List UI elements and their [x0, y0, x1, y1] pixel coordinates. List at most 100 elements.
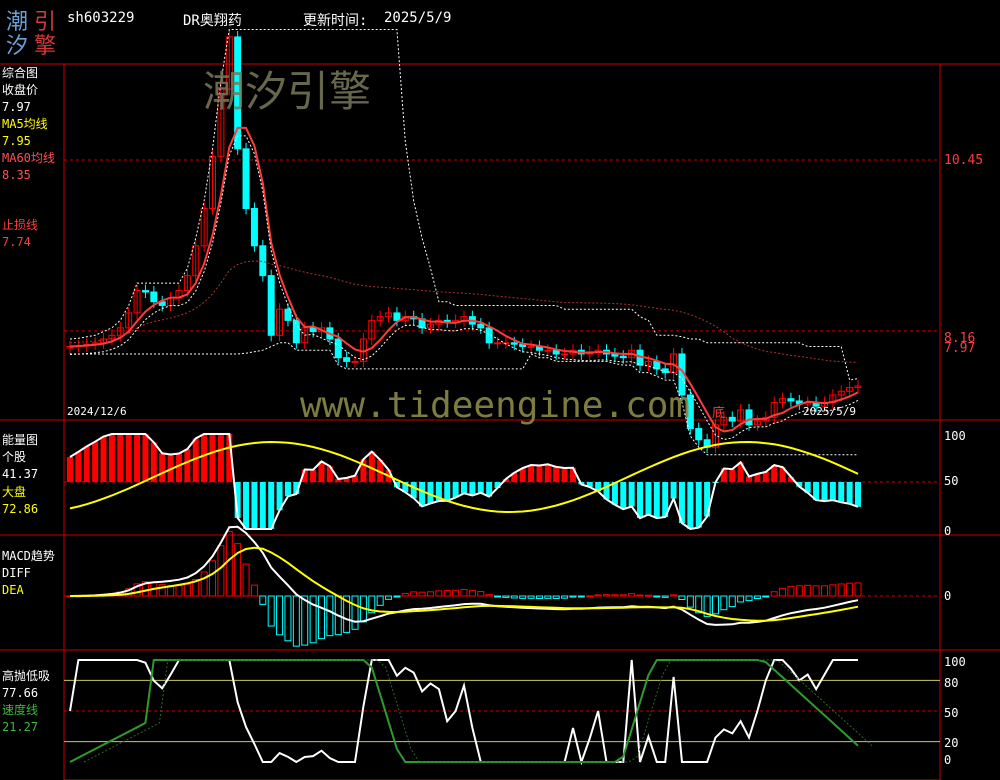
energy-axis-50: 50	[944, 474, 959, 488]
macd-bar	[611, 594, 619, 597]
energy-bar	[561, 468, 568, 482]
macd-bar	[812, 585, 820, 597]
candle-body	[267, 275, 275, 336]
candle-body	[141, 290, 149, 293]
macd-bar	[276, 595, 284, 636]
energy-bar	[259, 482, 266, 529]
date-start: 2024/12/6	[67, 405, 127, 418]
speed-label: 速度线	[2, 703, 39, 717]
candle-body	[527, 345, 535, 348]
macd-bar	[494, 595, 502, 598]
watermark-url: www.tideengine.com	[300, 385, 691, 426]
macd-bar	[586, 595, 594, 598]
logo-char-3: 汐	[6, 34, 29, 59]
macd-bar	[435, 590, 443, 597]
candle-body	[544, 349, 552, 352]
macd-bar	[603, 594, 611, 597]
macd-bar	[259, 595, 267, 605]
candle-body	[284, 308, 292, 321]
logo: 潮 引 汐 擎	[4, 4, 60, 59]
energy-bar	[125, 434, 132, 482]
energy-bar	[821, 482, 828, 502]
energy-bar	[829, 482, 836, 501]
macd-bar	[502, 595, 510, 598]
ma5-value: 7.95	[2, 134, 31, 148]
energy-bar	[310, 469, 317, 482]
energy-bar	[217, 434, 224, 482]
update-date: 2025/5/9	[384, 10, 452, 26]
macd-bar	[209, 560, 217, 597]
energy-bar	[184, 449, 191, 482]
ma5-label: MA5均线	[2, 117, 48, 131]
macd-dea-label: DEA	[2, 583, 24, 597]
macd-bar	[728, 595, 736, 608]
energy-axis-100: 100	[944, 429, 966, 443]
energy-bar	[251, 482, 258, 529]
macd-bar	[854, 582, 862, 597]
energy-bar	[855, 482, 861, 507]
energy-bar	[536, 465, 543, 482]
candle-body	[351, 360, 359, 363]
stock-name: DR奥翔药	[183, 13, 242, 29]
macd-bar	[401, 592, 409, 597]
macd-bar	[175, 585, 183, 597]
hl-axis-80: 80	[944, 676, 959, 690]
macd-bar	[519, 595, 527, 599]
macd-bar	[795, 585, 803, 597]
macd-diff-line	[69, 525, 859, 626]
candle-body	[787, 398, 795, 402]
energy-bar	[687, 482, 694, 529]
macd-bar	[460, 589, 468, 597]
candle-body	[150, 291, 158, 303]
energy-bar	[469, 482, 476, 496]
macd-bar	[477, 591, 485, 597]
macd-bar	[787, 585, 795, 597]
candle-body	[393, 312, 401, 321]
channel-upper	[69, 29, 859, 381]
ma60-value: 8.35	[2, 168, 31, 182]
macd-bar	[561, 595, 569, 599]
energy-bar	[695, 482, 702, 528]
energy-bar	[284, 482, 291, 497]
logo-char-4: 擎	[34, 34, 57, 59]
stop-label: 止损线	[2, 218, 39, 232]
energy-axis-0: 0	[944, 524, 952, 538]
candle-body	[619, 355, 627, 359]
macd-bar	[628, 593, 636, 597]
energy-bar	[444, 482, 451, 501]
macd-bar	[829, 584, 837, 597]
macd-bar	[267, 595, 275, 627]
energy-bar	[108, 434, 115, 482]
energy-bar	[611, 482, 618, 505]
energy-bar	[653, 482, 660, 519]
candle-body	[561, 353, 569, 356]
candle-body	[494, 342, 502, 345]
candle-body	[510, 342, 518, 345]
hl-panel-frame	[63, 649, 941, 780]
hl-title: 高抛低吸	[2, 669, 51, 683]
candle-body	[343, 357, 351, 362]
energy-bar	[645, 482, 652, 515]
macd-bar	[385, 595, 393, 600]
macd-bar	[837, 583, 845, 597]
macd-bar	[594, 594, 602, 597]
energy-bar	[461, 482, 467, 494]
close-value: 7.97	[2, 100, 31, 114]
macd-diff-label: DIFF	[2, 566, 31, 580]
macd-bar	[393, 595, 401, 598]
macd-bar	[418, 591, 426, 597]
energy-bar	[83, 446, 90, 482]
macd-bar	[544, 595, 552, 599]
energy-stock-value: 41.37	[2, 467, 39, 481]
energy-bar	[846, 482, 853, 504]
ma60-label: MA60均线	[2, 151, 55, 165]
macd-bar	[636, 594, 644, 597]
bottom-marker: 底	[712, 406, 726, 421]
energy-bar	[67, 457, 73, 482]
watermark-cn: 潮汐引擎	[203, 67, 372, 116]
macd-bar	[468, 589, 476, 597]
energy-bar	[175, 453, 182, 482]
macd-bar	[753, 595, 761, 600]
macd-bar	[661, 595, 669, 598]
macd-bar	[653, 595, 661, 598]
